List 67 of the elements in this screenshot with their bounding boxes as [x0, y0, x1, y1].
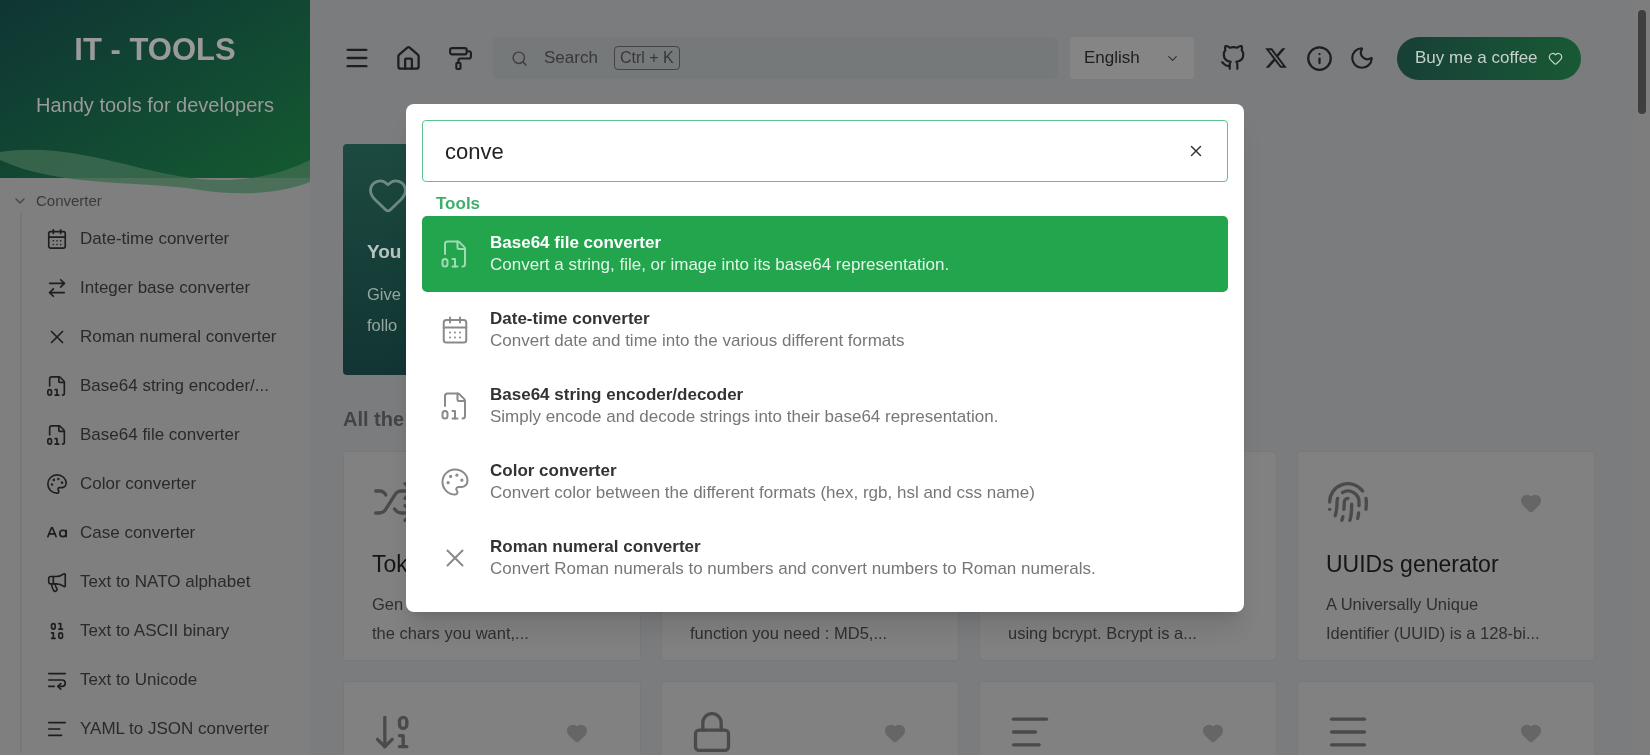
shortcut-hint: Ctrl + K [613, 46, 680, 70]
fingerprint-icon [1326, 480, 1370, 524]
file-icon [46, 423, 68, 446]
x-logo-icon[interactable] [1264, 46, 1288, 70]
arrows-icon [46, 276, 68, 299]
result-title: Base64 string encoder/decoder [490, 384, 744, 406]
search-input[interactable]: conve [422, 120, 1228, 182]
favorite-heart-icon[interactable] [1520, 492, 1542, 514]
sidebar-item[interactable]: Roman numeral converter [22, 312, 310, 361]
result-description: Convert color between the different formats (hex, rgb, hsl and css name) [490, 482, 1035, 504]
paint-roller-icon[interactable] [448, 45, 473, 71]
sidebar-item[interactable]: Case converter [22, 508, 310, 557]
tool-description: function you need : MD5,... [690, 623, 888, 644]
sidebar-item[interactable]: Base64 file converter [22, 410, 310, 459]
tool-title: UUIDs generator [1326, 550, 1499, 578]
donate-button[interactable]: Buy me a coffee [1397, 36, 1581, 80]
moon-icon[interactable] [1349, 45, 1375, 71]
palette-icon [440, 467, 470, 497]
result-title: Roman numeral converter [490, 536, 701, 558]
result-title: Base64 file converter [490, 232, 662, 254]
result-description: Convert date and time into the various different formats [490, 330, 905, 352]
result-title: Date-time converter [490, 308, 650, 330]
sidebar-item[interactable]: Integer base converter [22, 263, 310, 312]
tool-description: using bcrypt. Bcrypt is a... [1008, 623, 1197, 644]
tool-title: Tok [372, 550, 408, 578]
calendar-icon [440, 315, 470, 345]
app-title: IT - TOOLS [74, 32, 236, 68]
section-heading: All the [343, 407, 405, 431]
heart-icon [1547, 50, 1563, 66]
sidebar-item[interactable]: Color converter [22, 459, 310, 508]
favorite-heart-icon[interactable] [884, 722, 906, 744]
result-title: Color converter [490, 460, 617, 482]
group-label: Tools [436, 194, 481, 214]
calendar-icon [46, 227, 68, 250]
info-icon[interactable] [1306, 44, 1333, 72]
tool-description: Identifier (UUID) is a 128-bi... [1326, 623, 1540, 644]
tool-description: the chars you want,... [372, 623, 529, 644]
result-description: Simply encode and decode strings into their base64 representation. [490, 406, 999, 428]
app-subtitle: Handy tools for developers [36, 93, 274, 118]
result-description: Convert a string, file, or image into its base64 representation. [490, 254, 950, 276]
search-placeholder: Search [544, 47, 598, 70]
file-icon [46, 374, 68, 397]
hero-text: Give [367, 283, 401, 305]
hero-title: You [367, 240, 402, 264]
github-icon[interactable] [1220, 45, 1246, 71]
search-result[interactable]: Base64 file converter Convert a string, file, or image into its base64 representation. [422, 216, 1228, 292]
favorite-heart-icon[interactable] [1202, 722, 1224, 744]
sidebar-item[interactable]: Text to Unicode [22, 655, 310, 704]
tool-card[interactable]: UUIDs generator A Universally Unique Identifier (UUID) is a 128-bi... [1297, 451, 1595, 661]
favorite-heart-icon[interactable] [566, 722, 588, 744]
sidebar-item[interactable]: YAML to JSON converter [22, 704, 310, 753]
favorite-heart-icon[interactable] [1520, 722, 1542, 744]
sidebar-item[interactable]: Text to NATO alphabet [22, 557, 310, 606]
sidebar-item[interactable]: Text to ASCII binary [22, 606, 310, 655]
tool-description: A Universally Unique [1326, 594, 1479, 615]
home-icon[interactable] [395, 44, 422, 72]
palette-icon [46, 472, 68, 495]
result-description: Convert Roman numerals to numbers and convert numbers to Roman numerals. [490, 558, 1096, 580]
language-select[interactable]: English [1070, 37, 1194, 79]
section-label[interactable]: Converter [36, 189, 102, 213]
search-icon [511, 49, 528, 67]
sidebar-item[interactable]: Base64 string encoder/... [22, 361, 310, 410]
megaphone-icon [46, 570, 68, 593]
tool-description: Gen [372, 594, 404, 615]
hero-text: follo [367, 314, 398, 336]
sidebar-item[interactable]: Date-time converter [22, 214, 310, 263]
search-bar[interactable]: Search Ctrl + K [493, 37, 1058, 79]
